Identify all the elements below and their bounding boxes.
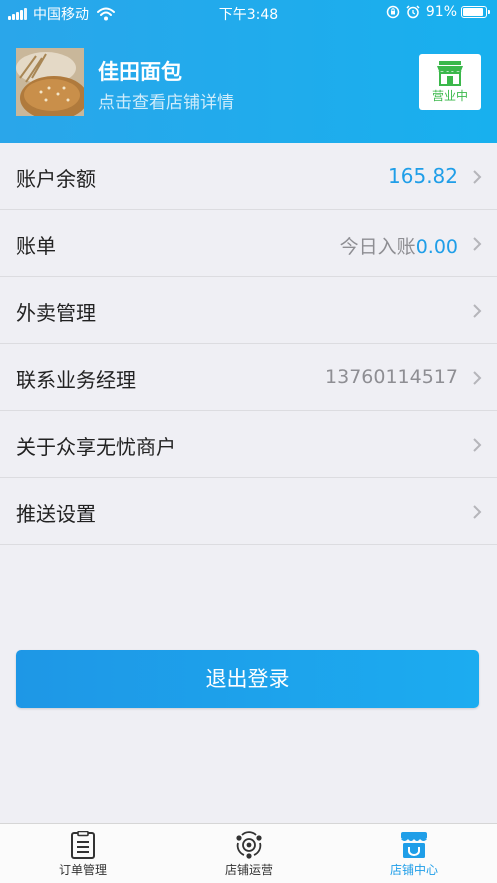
open-status-badge[interactable]: 营业中 xyxy=(419,54,481,110)
rotation-lock-icon xyxy=(386,5,400,19)
push-label: 推送设置 xyxy=(16,502,96,526)
chevron-right-icon xyxy=(473,438,482,452)
alarm-icon xyxy=(406,5,420,19)
about-label: 关于众享无忧商户 xyxy=(16,435,176,459)
tab-label: 店铺运营 xyxy=(224,863,273,877)
storefront-icon xyxy=(437,61,463,86)
row-bill[interactable]: 账单 今日入账0.00 xyxy=(0,210,497,277)
tab-order-management[interactable]: 订单管理 xyxy=(0,824,166,883)
shop-detail-link[interactable]: 点击查看店铺详情 xyxy=(98,88,234,113)
tab-label: 店铺中心 xyxy=(389,863,438,877)
status-bar: 中国移动 下午3:48 91% xyxy=(0,0,497,26)
tab-label: 订单管理 xyxy=(58,863,107,877)
bill-value: 今日入账0.00 xyxy=(340,232,458,259)
bill-amount: 0.00 xyxy=(415,236,458,258)
row-balance[interactable]: 账户余额 165.82 xyxy=(0,143,497,210)
store-icon xyxy=(401,832,427,858)
row-about[interactable]: 关于众享无忧商户 xyxy=(0,411,497,478)
shop-avatar[interactable] xyxy=(16,48,84,116)
battery-percent: 91% xyxy=(425,4,457,20)
tab-bar: 订单管理 店铺运营 店铺中心 xyxy=(0,823,497,883)
bill-prefix: 今日入账 xyxy=(339,236,416,258)
row-push-settings[interactable]: 推送设置 xyxy=(0,478,497,545)
bill-label: 账单 xyxy=(16,234,56,258)
balance-value: 165.82 xyxy=(388,164,458,188)
row-manager[interactable]: 联系业务经理 13760114517 xyxy=(0,344,497,411)
chevron-right-icon xyxy=(473,505,482,519)
chevron-right-icon xyxy=(473,237,482,251)
tab-store-center[interactable]: 店铺中心 xyxy=(331,824,497,883)
chevron-right-icon xyxy=(473,304,482,318)
battery-level xyxy=(463,8,484,16)
operation-icon xyxy=(236,831,262,859)
balance-label: 账户余额 xyxy=(16,167,96,191)
takeout-label: 外卖管理 xyxy=(16,301,96,325)
row-takeout[interactable]: 外卖管理 xyxy=(0,277,497,344)
manager-phone: 13760114517 xyxy=(325,366,458,388)
open-status-label: 营业中 xyxy=(431,89,468,103)
bread-photo-icon xyxy=(16,48,84,116)
status-right: 91% xyxy=(386,4,490,20)
battery-icon xyxy=(461,6,490,18)
manager-label: 联系业务经理 xyxy=(16,368,136,392)
logout-button[interactable]: 退出登录 xyxy=(16,650,479,708)
chevron-right-icon xyxy=(473,170,482,184)
chevron-right-icon xyxy=(473,371,482,385)
shop-name[interactable]: 佳田面包 xyxy=(98,56,182,86)
header: 中国移动 下午3:48 91% 佳田面包 点击查看店铺详情 营业中 xyxy=(0,0,497,143)
menu-list: 账户余额 165.82 账单 今日入账0.00 外卖管理 联系业务经理 1376… xyxy=(0,143,497,545)
order-list-icon xyxy=(71,831,95,859)
tab-store-operation[interactable]: 店铺运营 xyxy=(166,824,332,883)
